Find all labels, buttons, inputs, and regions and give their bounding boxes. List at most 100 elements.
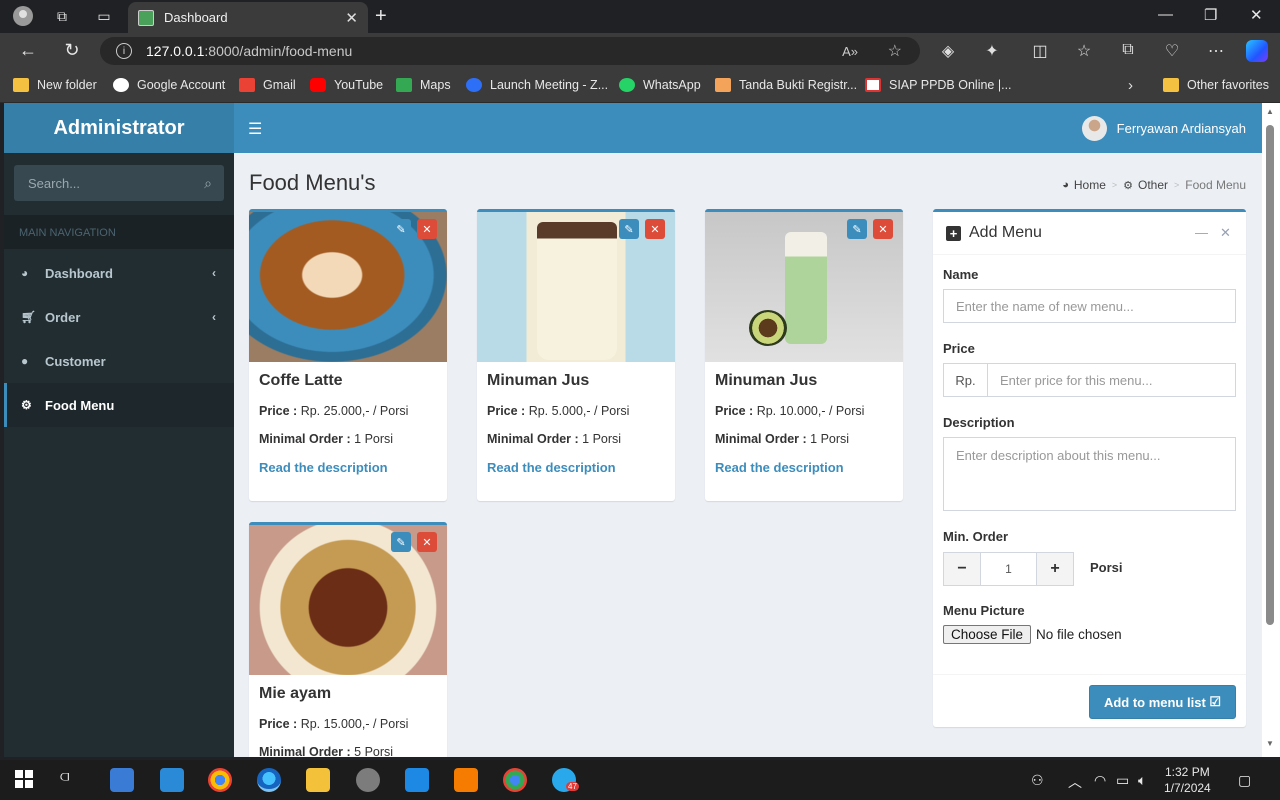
collections-icon[interactable]: ⧉ bbox=[1118, 41, 1138, 59]
minus-icon[interactable]: − bbox=[944, 553, 980, 585]
site-info-icon[interactable]: i bbox=[116, 43, 132, 59]
favorites-icon[interactable]: ☆ bbox=[1074, 41, 1094, 61]
plus-icon[interactable]: + bbox=[1037, 553, 1073, 585]
browser-tab-dashboard[interactable]: Dashboard ✕ bbox=[128, 2, 368, 33]
price-field[interactable]: Enter price for this menu... bbox=[987, 363, 1236, 397]
restore-icon[interactable]: ❐ bbox=[1204, 6, 1217, 24]
scroll-up-icon[interactable]: ▲ bbox=[1266, 107, 1274, 116]
extensions-puzzle-icon[interactable]: ✦ bbox=[982, 41, 1002, 61]
gear-icon: ⚙ bbox=[21, 398, 32, 412]
sidebar-item-food-menu[interactable]: ⚙ Food Menu bbox=[4, 383, 234, 427]
breadcrumb-other[interactable]: Other bbox=[1138, 178, 1168, 192]
read-description-link[interactable]: Read the description bbox=[715, 460, 895, 475]
edit-icon[interactable]: ✎ bbox=[391, 532, 411, 552]
read-description-link[interactable]: Read the description bbox=[487, 460, 667, 475]
bookmark-whatsapp[interactable]: WhatsApp bbox=[619, 78, 701, 92]
scroll-down-icon[interactable]: ▼ bbox=[1266, 739, 1274, 748]
gmail-icon bbox=[239, 78, 255, 92]
notifications-icon[interactable]: ▢ bbox=[1238, 772, 1251, 789]
edge-icon[interactable] bbox=[257, 768, 281, 792]
sidebar-search-input[interactable]: Search... ⌕ bbox=[14, 165, 224, 201]
paint-icon[interactable] bbox=[356, 768, 380, 792]
url-bar[interactable]: i 127.0.0.1:8000/admin/food-menu A» ☆ bbox=[100, 37, 920, 65]
delete-icon[interactable]: ✕ bbox=[417, 532, 437, 552]
bookmark-google-account[interactable]: Google Account bbox=[113, 78, 225, 92]
name-field[interactable]: Enter the name of new menu... bbox=[943, 289, 1236, 323]
edit-icon[interactable]: ✎ bbox=[391, 219, 411, 239]
volume-icon[interactable]: 🔈︎ bbox=[1138, 772, 1146, 789]
edit-icon[interactable]: ✎ bbox=[847, 219, 867, 239]
app-logo[interactable]: Administrator bbox=[4, 103, 234, 153]
tab-close-icon[interactable]: ✕ bbox=[345, 9, 358, 27]
breadcrumb-home[interactable]: Home bbox=[1074, 178, 1106, 192]
add-to-menu-button[interactable]: Add to menu list ☑ bbox=[1089, 685, 1236, 719]
sidebar-toggle-icon[interactable]: ☰ bbox=[248, 119, 262, 139]
menu-card: ✎ ✕ Mie ayam Price : Rp. 15.000,- / Pors… bbox=[249, 522, 447, 757]
clock-time: 1:32 PM bbox=[1165, 765, 1210, 779]
refresh-icon[interactable]: ↻ bbox=[60, 40, 84, 61]
description-textarea[interactable]: Enter description about this menu... bbox=[943, 437, 1236, 511]
bookmark-launch-meeting[interactable]: Launch Meeting - Z... bbox=[466, 78, 608, 92]
folder-icon bbox=[13, 78, 29, 92]
tray-chevron-up-icon[interactable]: ︿ bbox=[1068, 772, 1082, 792]
delete-icon[interactable]: ✕ bbox=[873, 219, 893, 239]
back-icon[interactable]: ← bbox=[16, 40, 40, 61]
performance-icon[interactable]: ♡ bbox=[1162, 41, 1182, 61]
collapse-icon[interactable]: — bbox=[1195, 225, 1208, 240]
add-menu-header: + Add Menu — ✕ bbox=[933, 212, 1246, 255]
bookmark-maps[interactable]: Maps bbox=[396, 78, 451, 92]
page-scrollbar[interactable]: ▲ ▼ bbox=[1262, 103, 1280, 757]
more-menu-icon[interactable]: ⋯ bbox=[1206, 41, 1226, 61]
new-tab-icon[interactable]: + bbox=[375, 5, 387, 28]
search-icon[interactable]: ⌕ bbox=[204, 175, 212, 192]
tab-actions-icon[interactable]: ▭ bbox=[93, 5, 115, 27]
bookmarks-overflow-icon[interactable]: › bbox=[1128, 77, 1133, 94]
split-screen-icon[interactable]: ◫ bbox=[1030, 41, 1050, 61]
choose-file-button[interactable]: Choose File bbox=[943, 625, 1032, 644]
sidebar-item-customer[interactable]: ● Customer bbox=[4, 339, 234, 383]
delete-icon[interactable]: ✕ bbox=[645, 219, 665, 239]
close-icon[interactable]: ✕ bbox=[1220, 225, 1231, 241]
edit-icon[interactable]: ✎ bbox=[619, 219, 639, 239]
extension-icon[interactable]: ◈ bbox=[938, 41, 958, 61]
wifi-icon[interactable]: ◠ bbox=[1094, 772, 1106, 789]
bookmark-other-favorites[interactable]: Other favorites bbox=[1163, 78, 1269, 92]
read-aloud-icon[interactable]: A» bbox=[842, 44, 858, 59]
xampp-icon[interactable] bbox=[454, 768, 478, 792]
add-menu-footer: Add to menu list ☑ bbox=[933, 674, 1246, 730]
mail-icon[interactable] bbox=[160, 768, 184, 792]
scrollbar-thumb[interactable] bbox=[1266, 125, 1274, 625]
favorite-star-icon[interactable]: ☆ bbox=[888, 41, 902, 61]
bookmark-gmail[interactable]: Gmail bbox=[239, 78, 296, 92]
profile-icon[interactable] bbox=[12, 5, 34, 27]
file-explorer-icon[interactable] bbox=[306, 768, 330, 792]
telegram-icon[interactable]: 47 bbox=[552, 768, 579, 792]
read-description-link[interactable]: Read the description bbox=[259, 460, 439, 475]
menu-min-order: Minimal Order : 1 Porsi bbox=[259, 432, 394, 446]
close-window-icon[interactable]: ✕ bbox=[1250, 6, 1263, 24]
battery-icon[interactable]: ▭ bbox=[1116, 772, 1129, 789]
copilot-icon[interactable] bbox=[1246, 40, 1268, 62]
delete-icon[interactable]: ✕ bbox=[417, 219, 437, 239]
bookmark-tanda-bukti[interactable]: Tanda Bukti Registr... bbox=[715, 78, 857, 92]
people-icon[interactable]: ⚇ bbox=[1031, 772, 1044, 789]
sidebar-item-dashboard[interactable]: ◕ Dashboard ‹ bbox=[4, 251, 234, 295]
task-view-icon[interactable]: ⫏ bbox=[60, 768, 84, 792]
sidebar-item-order[interactable]: 🛒︎ Order ‹ bbox=[4, 295, 234, 339]
user-menu[interactable]: Ferryawan Ardiansyah bbox=[1081, 116, 1246, 141]
menu-card: ✎ ✕ Minuman Jus Price : Rp. 10.000,- / P… bbox=[705, 209, 903, 501]
start-windows-icon[interactable] bbox=[13, 768, 37, 792]
chrome-profile-icon[interactable] bbox=[503, 768, 527, 792]
quantity-value[interactable]: 1 bbox=[980, 553, 1037, 585]
bookmark-new-folder[interactable]: New folder bbox=[13, 78, 97, 92]
bookmark-youtube[interactable]: YouTube bbox=[310, 78, 383, 92]
minimize-icon[interactable]: — bbox=[1158, 6, 1173, 23]
menu-price: Price : Rp. 15.000,- / Porsi bbox=[259, 717, 409, 731]
system-clock[interactable]: 1:32 PM 1/7/2024 bbox=[1164, 764, 1211, 796]
store-icon[interactable] bbox=[110, 768, 134, 792]
chrome-icon[interactable] bbox=[208, 768, 232, 792]
add-menu-title: Add Menu bbox=[969, 224, 1042, 241]
workspaces-icon[interactable]: ⧉ bbox=[51, 5, 73, 27]
bookmark-siap-ppdb[interactable]: SIAP PPDB Online |... bbox=[865, 78, 1012, 92]
vscode-icon[interactable] bbox=[405, 768, 429, 792]
